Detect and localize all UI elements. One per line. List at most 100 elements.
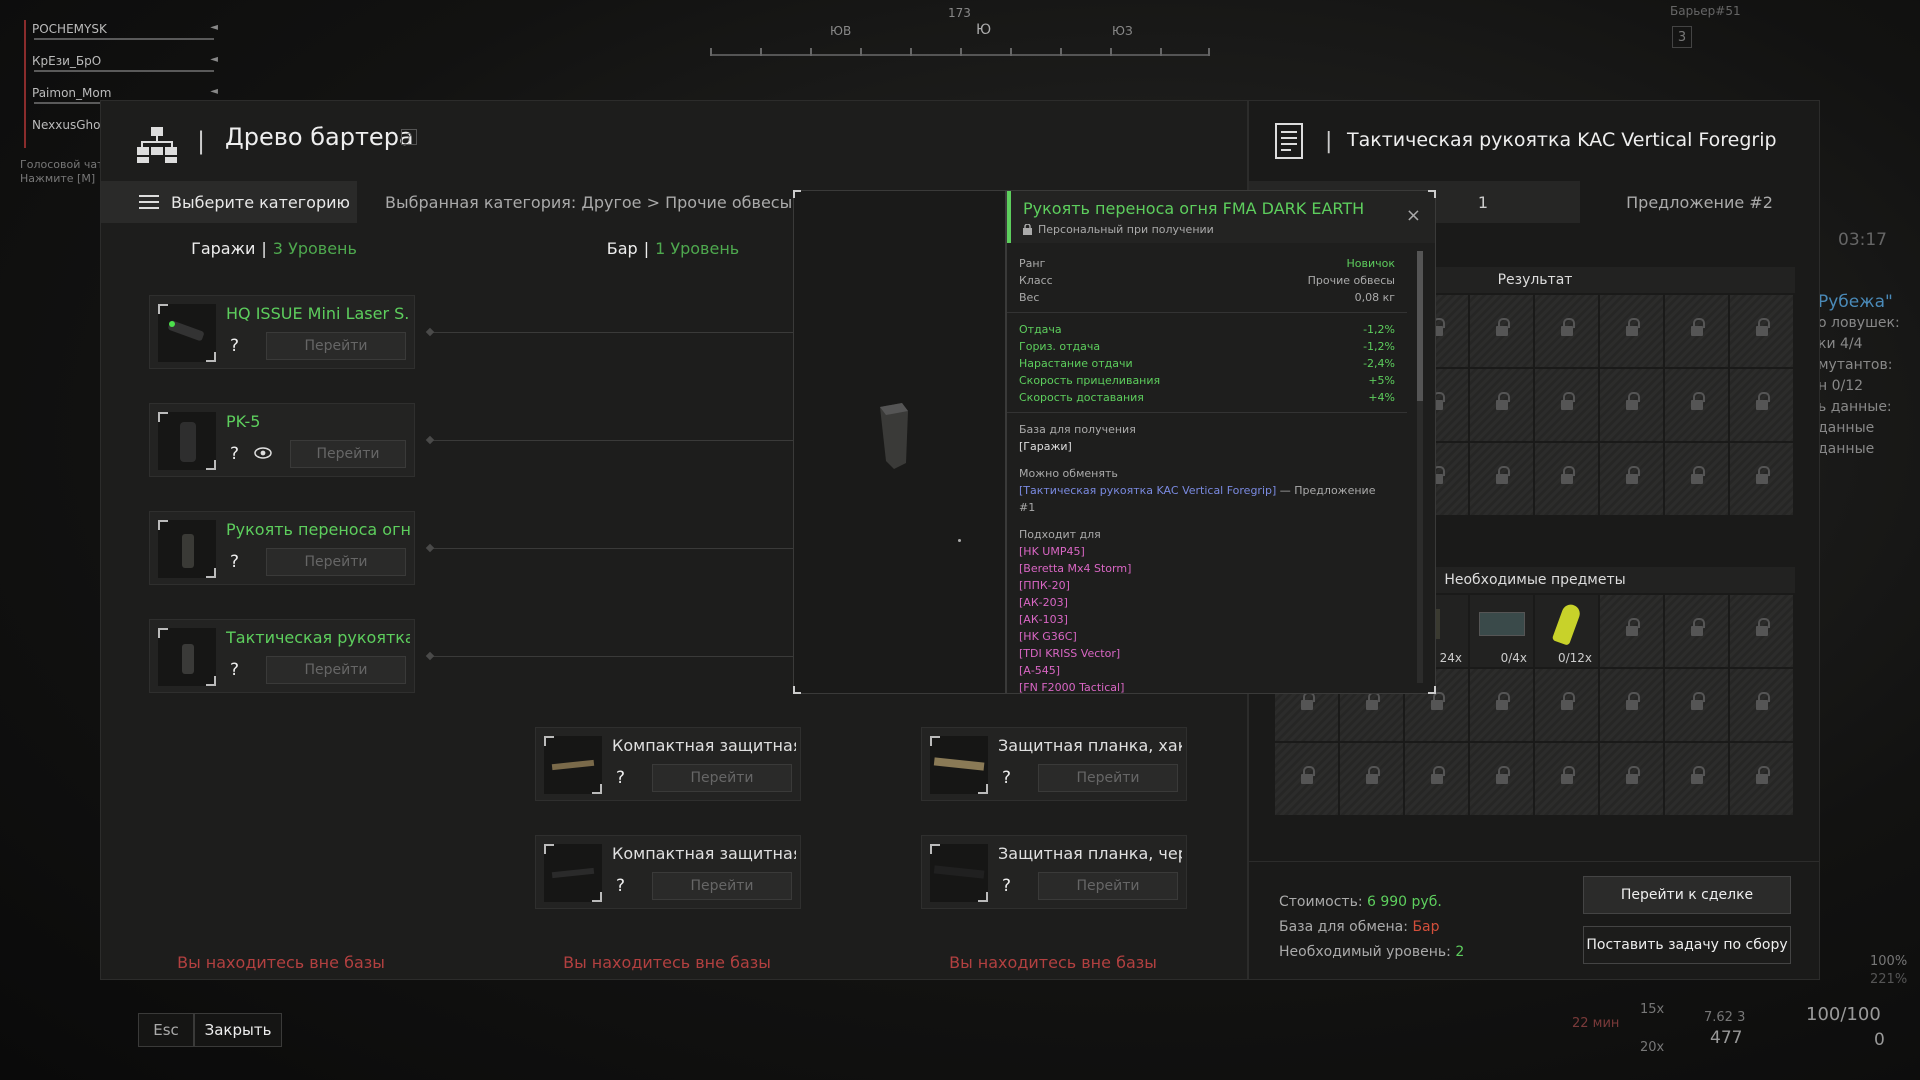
locked-slot <box>1600 369 1663 441</box>
lock-icon <box>1495 318 1510 338</box>
quest-line: данные <box>1818 420 1875 436</box>
item-thumbnail <box>544 736 602 794</box>
locked-slot <box>1535 369 1598 441</box>
go-button[interactable]: Перейти <box>652 872 792 900</box>
item-name: Защитная планка, чер.. <box>998 844 1182 863</box>
barter-item-card[interactable]: Тактическая рукоятка .. ? Перейти <box>149 619 415 693</box>
item-help-icon[interactable]: ? <box>230 336 239 356</box>
item-help-icon[interactable]: ? <box>1002 876 1011 896</box>
go-to-deal-button[interactable]: Перейти к сделке <box>1583 876 1791 914</box>
lock-icon <box>1690 618 1705 638</box>
info-block: Ранг Новичок Класс Прочие обвесы Вес 0,08 к… <box>1007 251 1407 313</box>
barter-item-card[interactable]: Рукоять переноса огня.. ? Перейти <box>149 511 415 585</box>
banana-icon <box>1551 602 1582 646</box>
base-section: База для получения [Гаражи] <box>1007 413 1407 455</box>
required-item-slot[interactable]: 0/4x <box>1470 595 1533 667</box>
barter-header: | Древо бартера ? <box>101 101 1247 189</box>
item-help-icon[interactable]: ? <box>230 660 239 680</box>
go-button[interactable]: Перейти <box>652 764 792 792</box>
locked-slot <box>1470 669 1533 741</box>
required-item-slot[interactable]: 0/12x <box>1535 595 1598 667</box>
stat-value: -1,2% <box>1363 323 1395 336</box>
laser-sight-icon <box>168 320 204 341</box>
lock-icon <box>1495 692 1510 712</box>
go-button[interactable]: Перейти <box>266 548 406 576</box>
quest-line: о ловушек: <box>1818 315 1900 331</box>
locked-slot <box>1600 669 1663 741</box>
locked-slot <box>1470 743 1533 815</box>
required-count: 0/4x <box>1500 651 1527 665</box>
ammo-count: 20x <box>1640 1040 1665 1055</box>
locked-slot <box>1535 743 1598 815</box>
eye-icon[interactable] <box>254 446 272 460</box>
armor-value: 0 <box>1874 1030 1885 1050</box>
barter-item-card[interactable]: Компактная защитная.. ? Перейти <box>535 835 801 909</box>
tooltip-scrollbar[interactable] <box>1417 251 1423 683</box>
quest-title: Рубежа" <box>1818 292 1893 312</box>
tab-offer-2[interactable]: Предложение #2 <box>1580 181 1819 223</box>
help-button[interactable]: ? <box>401 129 417 145</box>
stat-row: Нарастание отдачи -2,4% <box>1019 355 1395 372</box>
rail-cover-icon <box>551 867 595 879</box>
locked-slot <box>1665 595 1728 667</box>
quest-line: данные <box>1818 441 1875 457</box>
item-help-icon[interactable]: ? <box>616 768 625 788</box>
column-base: Бар <box>606 238 638 258</box>
hud-pct: 100% <box>1870 954 1908 969</box>
barter-item-card[interactable]: Защитная планка, хаки ? Перейти <box>921 727 1187 801</box>
hud-pct: 221% <box>1870 972 1908 987</box>
set-collect-task-button[interactable]: Поставить задачу по сбору <box>1583 926 1791 964</box>
close-icon[interactable]: × <box>1406 205 1421 226</box>
go-button[interactable]: Перейти <box>1038 872 1178 900</box>
esc-key-hint[interactable]: Esc <box>138 1013 194 1047</box>
item-icon <box>1478 612 1525 636</box>
locked-slot <box>1730 443 1793 515</box>
required-count: 24x <box>1439 651 1462 665</box>
lock-icon <box>1690 692 1705 712</box>
stat-key: Отдача <box>1019 323 1062 336</box>
barter-item-card[interactable]: PK-5 ? Перейти <box>149 403 415 477</box>
lock-icon <box>1365 766 1380 786</box>
go-button[interactable]: Перейти <box>266 332 406 360</box>
select-category-button[interactable]: Выберите категорию <box>101 181 357 223</box>
item-help-icon[interactable]: ? <box>230 552 239 572</box>
detail-title: Тактическая рукоятка KAC Vertical Foregr… <box>1347 129 1777 151</box>
item-preview[interactable] <box>793 190 1006 694</box>
barter-item-card[interactable]: HQ ISSUE Mini Laser S.. ? Перейти <box>149 295 415 369</box>
squad-badge: 3 <box>1672 26 1692 48</box>
column-sep: | <box>643 238 650 258</box>
fits-weapon: [А-545] <box>1019 664 1061 677</box>
document-icon <box>1275 123 1303 159</box>
go-button[interactable]: Перейти <box>1038 764 1178 792</box>
locked-slot <box>1665 669 1728 741</box>
exchange-section: Можно обменять [Тактическая рукоятка KAC… <box>1007 455 1407 516</box>
item-help-icon[interactable]: ? <box>1002 768 1011 788</box>
item-help-icon[interactable]: ? <box>616 876 625 896</box>
barter-item-card[interactable]: Компактная защитная.. ? Перейти <box>535 727 801 801</box>
go-button[interactable]: Перейти <box>290 440 406 468</box>
locked-slot <box>1535 669 1598 741</box>
cost-line: Стоимость: 6 990 руб. <box>1279 894 1442 910</box>
info-value: Новичок <box>1346 257 1395 270</box>
lock-icon <box>1560 392 1575 412</box>
lock-icon <box>1300 766 1315 786</box>
barter-item-card[interactable]: Защитная планка, чер.. ? Перейти <box>921 835 1187 909</box>
column-sep: | <box>261 238 267 258</box>
fits-weapon: [Beretta Mx4 Storm] <box>1019 562 1132 575</box>
cost-label: Стоимость: <box>1279 894 1363 910</box>
close-button[interactable]: Закрыть <box>194 1013 282 1047</box>
lock-icon <box>1690 466 1705 486</box>
exchange-link[interactable]: [Тактическая рукоятка KAC Vertical Foreg… <box>1019 484 1276 497</box>
menu-icon <box>139 195 159 209</box>
fits-weapon: [ППК-20] <box>1019 579 1070 592</box>
tooltip-body: Ранг Новичок Класс Прочие обвесы Вес 0,08 к… <box>1007 251 1407 693</box>
go-button[interactable]: Перейти <box>266 656 406 684</box>
foregrip-icon <box>182 534 194 568</box>
stat-value: -2,4% <box>1363 357 1395 370</box>
lock-icon <box>1560 766 1575 786</box>
lock-icon <box>1690 766 1705 786</box>
voice-chat-hint: Голосовой чат Нажмите [M] <box>20 158 100 186</box>
item-help-icon[interactable]: ? <box>230 444 239 464</box>
column-header: Гаражи | 3 Уровень <box>139 233 409 263</box>
compass-label: ЮЗ <box>1112 24 1133 38</box>
